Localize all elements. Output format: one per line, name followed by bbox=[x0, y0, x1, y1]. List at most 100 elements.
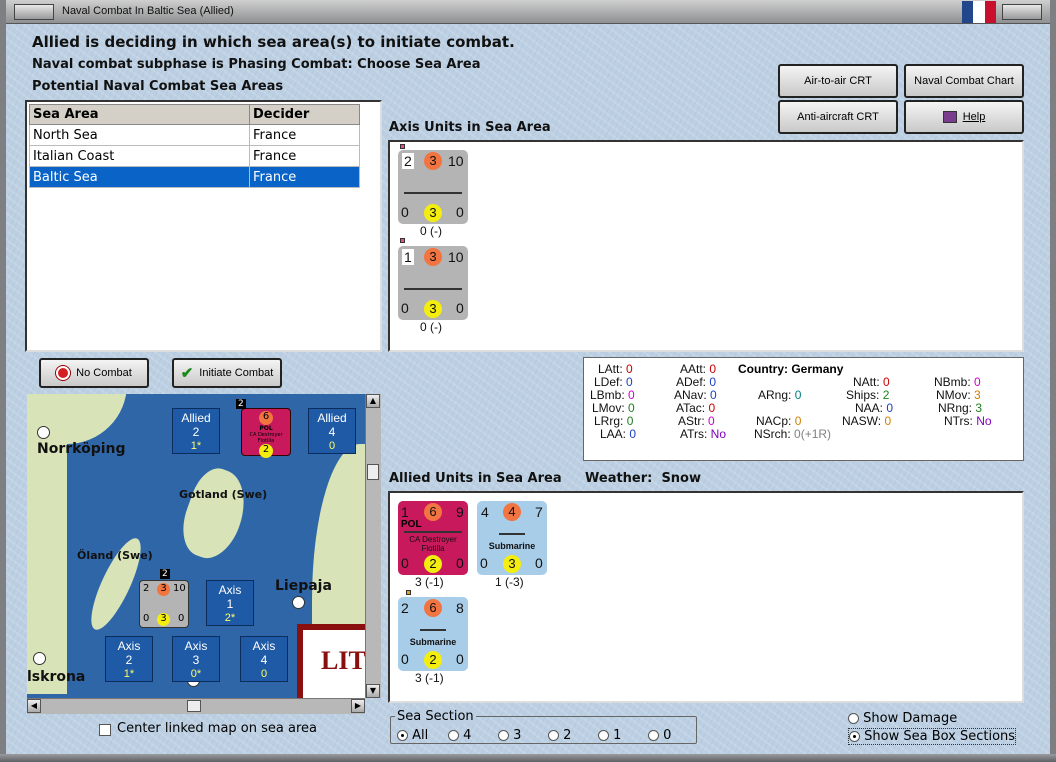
counter-value: 3 bbox=[503, 555, 521, 573]
status-heading: Allied is deciding in which sea area(s) … bbox=[32, 33, 515, 51]
unit-name: Submarine bbox=[409, 637, 457, 647]
port-icon bbox=[37, 426, 50, 439]
sea-box-axis-2[interactable]: Axis 2 1* bbox=[105, 636, 153, 682]
counter-value: 4 bbox=[503, 503, 521, 521]
counter-value: 10 bbox=[448, 249, 464, 265]
window-menu-button[interactable] bbox=[14, 4, 54, 20]
center-map-label: Center linked map on sea area bbox=[117, 721, 317, 736]
table-row[interactable]: Italian Coast France bbox=[29, 145, 360, 167]
sea-section-option-2[interactable]: 2 bbox=[548, 728, 571, 743]
unit-marker bbox=[406, 590, 411, 595]
map-allied-counter[interactable]: 2 6 POL CA Destroyer Flotilla 2 bbox=[236, 399, 291, 458]
unit-name: CA Destroyer Flotilla bbox=[409, 535, 457, 553]
counter-value: 9 bbox=[456, 504, 464, 520]
stat-arng: ARng: 0 bbox=[758, 388, 802, 402]
show-damage-label: Show Damage bbox=[863, 711, 958, 726]
scroll-thumb[interactable] bbox=[187, 700, 201, 712]
radio-icon bbox=[397, 730, 408, 741]
radio-icon bbox=[598, 730, 609, 741]
gotland-land bbox=[173, 462, 256, 566]
sea-section-option-3[interactable]: 3 bbox=[498, 728, 521, 743]
counter-value: 3 bbox=[424, 300, 442, 318]
allied-unit-counter[interactable]: 4 4 7 Submarine 0 3 0 bbox=[477, 501, 547, 575]
allied-unit-counter[interactable]: 2 6 8 Submarine 0 2 0 bbox=[398, 597, 468, 671]
scroll-right-arrow-icon[interactable]: ▶ bbox=[351, 699, 365, 713]
submarine-icon bbox=[499, 521, 525, 535]
sea-section-option-0[interactable]: 0 bbox=[648, 728, 671, 743]
scroll-down-arrow-icon[interactable]: ▼ bbox=[366, 684, 380, 698]
stat-nbmb: NBmb: 0 bbox=[934, 375, 981, 389]
counter-value: 3 bbox=[424, 204, 442, 222]
no-combat-button[interactable]: No Combat bbox=[39, 358, 149, 388]
window-close-button[interactable] bbox=[1002, 4, 1042, 20]
stat-ships: Ships: 2 bbox=[846, 388, 890, 402]
map-horizontal-scrollbar[interactable]: ◀ ▶ bbox=[27, 698, 365, 714]
col-decider-header[interactable]: Decider bbox=[249, 104, 360, 125]
air-to-air-label: Air-to-air CRT bbox=[804, 75, 872, 87]
radio-icon bbox=[849, 731, 860, 742]
subphase-text: Naval combat subphase is Phasing Combat:… bbox=[32, 57, 481, 72]
map-vertical-scrollbar[interactable]: ▲ ▼ bbox=[365, 394, 381, 698]
axis-units-label: Axis Units in Sea Area bbox=[389, 120, 551, 135]
sea-box-axis-3[interactable]: Axis 3 0* bbox=[172, 636, 220, 682]
counter-value: 0 bbox=[535, 555, 543, 571]
counter-value: 2 bbox=[402, 153, 414, 169]
counter-value: 3 bbox=[424, 152, 442, 170]
show-damage-option[interactable]: Show Damage bbox=[848, 711, 957, 726]
sea-area-cell: Italian Coast bbox=[29, 145, 250, 167]
counter-value: 0 bbox=[456, 300, 464, 316]
unit-status-text: 0 (-) bbox=[420, 320, 442, 334]
radio-icon bbox=[498, 730, 509, 741]
axis-unit-counter[interactable]: 1 3 10 0 3 0 bbox=[398, 246, 468, 320]
air-to-air-crt-button[interactable]: Air-to-air CRT bbox=[778, 64, 898, 98]
decider-cell: France bbox=[249, 124, 360, 146]
linked-map[interactable]: LIT Norrköping Liepaja lskrona Gotland (… bbox=[27, 394, 365, 698]
scroll-thumb[interactable] bbox=[367, 464, 379, 480]
stat-atrs: ATrs: No bbox=[680, 427, 727, 441]
sea-section-option-all[interactable]: All bbox=[397, 728, 428, 743]
radio-icon bbox=[448, 730, 459, 741]
no-entry-icon bbox=[56, 366, 71, 380]
counter-value: 0 bbox=[456, 204, 464, 220]
stat-nmov: NMov: 3 bbox=[936, 388, 981, 402]
axis-units-panel: 2 3 10 0 3 0 0 (-) 1 3 10 0 3 0 0 (-) bbox=[388, 140, 1024, 352]
sea-box-axis-4[interactable]: Axis 4 0 bbox=[240, 636, 288, 682]
checkmark-icon: ✔ bbox=[180, 365, 194, 382]
scroll-left-arrow-icon[interactable]: ◀ bbox=[27, 699, 41, 713]
sea-section-option-4[interactable]: 4 bbox=[448, 728, 471, 743]
sea-box-allied-2[interactable]: Allied 2 1* bbox=[172, 408, 220, 454]
status-bar bbox=[0, 754, 1056, 762]
allied-unit-counter[interactable]: 1 6 9 POL CA Destroyer Flotilla 0 2 0 bbox=[398, 501, 468, 575]
table-row-selected[interactable]: Baltic Sea France bbox=[29, 166, 360, 188]
help-button[interactable]: Help bbox=[904, 100, 1024, 134]
sea-box-axis-1[interactable]: Axis 1 2* bbox=[206, 580, 254, 626]
scroll-up-arrow-icon[interactable]: ▲ bbox=[366, 394, 380, 408]
weather-label: Weather: Snow bbox=[585, 471, 701, 486]
table-row[interactable]: North Sea France bbox=[29, 124, 360, 146]
map-axis-counter[interactable]: 2 2 3 10 0 3 0 bbox=[139, 569, 189, 628]
sea-area-cell: Baltic Sea bbox=[29, 166, 250, 188]
show-sea-box-option[interactable]: Show Sea Box Sections bbox=[848, 728, 1017, 745]
counter-value: 2 bbox=[424, 651, 442, 669]
initiate-combat-button[interactable]: ✔ Initiate Combat bbox=[172, 358, 282, 388]
place-oland: Öland (Swe) bbox=[77, 549, 153, 562]
unit-name: Submarine bbox=[488, 541, 536, 551]
naval-combat-chart-button[interactable]: Naval Combat Chart bbox=[904, 64, 1024, 98]
axis-unit-counter[interactable]: 2 3 10 0 3 0 bbox=[398, 150, 468, 224]
unit-marker bbox=[400, 144, 405, 149]
table-header-row: Sea Area Decider bbox=[29, 104, 360, 125]
unit-status-text: 0 (-) bbox=[420, 224, 442, 238]
city-liepaja: Liepaja bbox=[275, 578, 332, 594]
port-icon bbox=[292, 596, 305, 609]
stat-nrng: NRng: 3 bbox=[938, 401, 983, 415]
stat-lmov: LMov: 0 bbox=[592, 401, 635, 415]
radio-icon bbox=[548, 730, 559, 741]
sea-box-allied-4[interactable]: Allied 4 0 bbox=[308, 408, 356, 454]
sea-section-option-1[interactable]: 1 bbox=[598, 728, 621, 743]
center-map-checkbox[interactable] bbox=[99, 724, 111, 736]
anti-aircraft-crt-button[interactable]: Anti-aircraft CRT bbox=[778, 100, 898, 134]
stat-naa: NAA: 0 bbox=[855, 401, 894, 415]
col-sea-area-header[interactable]: Sea Area bbox=[29, 104, 250, 125]
counter-value: 0 bbox=[401, 555, 409, 571]
stat-country: Country: Germany bbox=[738, 362, 844, 376]
